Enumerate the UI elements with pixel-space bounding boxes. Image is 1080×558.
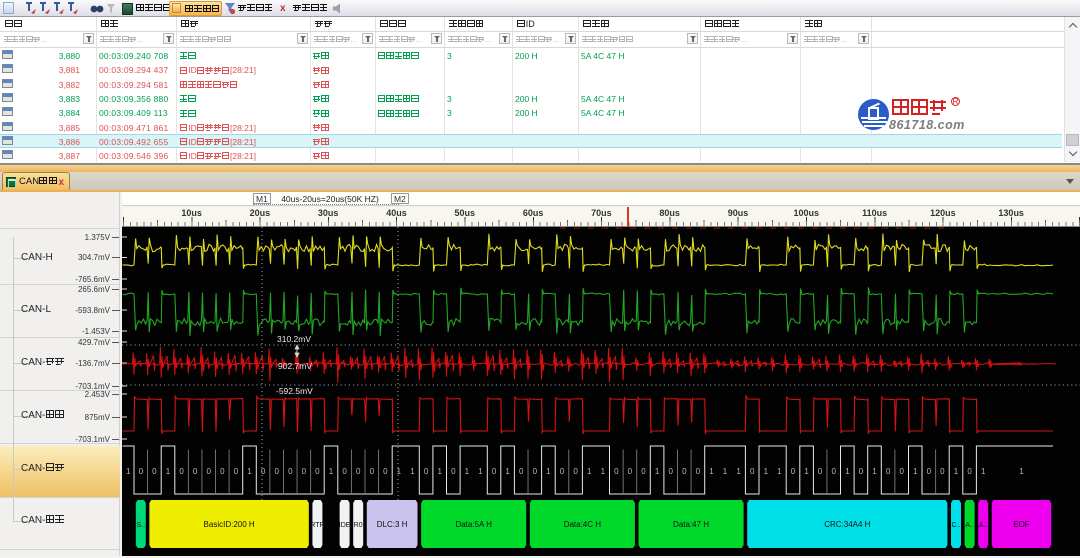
svg-text:0: 0	[940, 467, 945, 476]
svg-text:1: 1	[410, 467, 415, 476]
svg-text:1: 1	[764, 467, 769, 476]
svg-text:0: 0	[641, 467, 646, 476]
svg-text:0: 0	[519, 467, 524, 476]
svg-text:0: 0	[886, 467, 891, 476]
svg-text:0: 0	[274, 467, 279, 476]
svg-text:0: 0	[818, 467, 823, 476]
svg-text:CRC:34A4 H: CRC:34A4 H	[824, 520, 870, 529]
svg-text:0: 0	[261, 467, 266, 476]
svg-text:1: 1	[872, 467, 877, 476]
svg-text:1: 1	[465, 467, 470, 476]
svg-text:0: 0	[927, 467, 932, 476]
svg-text:0: 0	[859, 467, 864, 476]
svg-text:0: 0	[220, 467, 225, 476]
svg-text:1: 1	[1019, 467, 1024, 476]
svg-text:1: 1	[126, 467, 131, 476]
svg-text:1: 1	[587, 467, 592, 476]
svg-text:1: 1	[736, 467, 741, 476]
svg-text:1: 1	[845, 467, 850, 476]
svg-text:0: 0	[356, 467, 361, 476]
svg-text:1: 1	[913, 467, 918, 476]
svg-text:0: 0	[614, 467, 619, 476]
svg-text:0: 0	[342, 467, 347, 476]
svg-text:R0: R0	[354, 522, 363, 529]
svg-text:0: 0	[899, 467, 904, 476]
svg-text:0: 0	[288, 467, 293, 476]
svg-text:1: 1	[709, 467, 714, 476]
svg-text:1: 1	[601, 467, 606, 476]
svg-text:1: 1	[397, 467, 402, 476]
svg-text:DLC:3 H: DLC:3 H	[377, 520, 408, 529]
svg-text:0: 0	[750, 467, 755, 476]
svg-text:S..: S..	[137, 522, 146, 529]
svg-text:1: 1	[981, 467, 986, 476]
svg-text:0: 0	[206, 467, 211, 476]
svg-text:1: 1	[437, 467, 442, 476]
svg-text:0: 0	[315, 467, 320, 476]
svg-text:RTR: RTR	[310, 522, 324, 529]
svg-text:0: 0	[234, 467, 239, 476]
svg-text:0: 0	[696, 467, 701, 476]
svg-text:902.7mV: 902.7mV	[278, 361, 312, 371]
svg-text:0: 0	[139, 467, 144, 476]
svg-text:0: 0	[302, 467, 307, 476]
svg-text:-592.5mV: -592.5mV	[276, 386, 313, 396]
svg-text:1: 1	[166, 467, 171, 476]
svg-text:0: 0	[831, 467, 836, 476]
svg-text:0: 0	[573, 467, 578, 476]
svg-text:Data:5A H: Data:5A H	[455, 520, 492, 529]
svg-text:A..: A..	[965, 522, 974, 529]
svg-text:0: 0	[424, 467, 429, 476]
svg-text:1: 1	[804, 467, 809, 476]
svg-text:Data:47 H: Data:47 H	[673, 520, 709, 529]
svg-text:1: 1	[478, 467, 483, 476]
svg-text:1: 1	[723, 467, 728, 476]
svg-text:0: 0	[682, 467, 687, 476]
svg-text:1: 1	[247, 467, 252, 476]
svg-text:1: 1	[655, 467, 660, 476]
svg-text:IDE: IDE	[339, 522, 351, 529]
svg-text:0: 0	[152, 467, 157, 476]
svg-text:EOF: EOF	[1013, 520, 1030, 529]
svg-text:1: 1	[777, 467, 782, 476]
svg-text:0: 0	[791, 467, 796, 476]
svg-text:310.2mV: 310.2mV	[277, 334, 311, 344]
svg-text:1: 1	[954, 467, 959, 476]
svg-text:0: 0	[492, 467, 497, 476]
svg-text:1: 1	[505, 467, 510, 476]
svg-text:A..: A..	[979, 522, 988, 529]
svg-text:1: 1	[546, 467, 551, 476]
svg-text:0: 0	[383, 467, 388, 476]
svg-text:BasicID:200 H: BasicID:200 H	[204, 520, 255, 529]
svg-text:0: 0	[370, 467, 375, 476]
svg-text:0: 0	[668, 467, 673, 476]
svg-text:0: 0	[533, 467, 538, 476]
svg-text:C..: C..	[952, 522, 961, 529]
svg-text:0: 0	[179, 467, 184, 476]
svg-text:1: 1	[329, 467, 334, 476]
svg-text:0: 0	[628, 467, 633, 476]
svg-text:0: 0	[193, 467, 198, 476]
svg-text:0: 0	[451, 467, 456, 476]
svg-text:Data:4C H: Data:4C H	[564, 520, 602, 529]
svg-text:0: 0	[560, 467, 565, 476]
svg-text:0: 0	[967, 467, 972, 476]
